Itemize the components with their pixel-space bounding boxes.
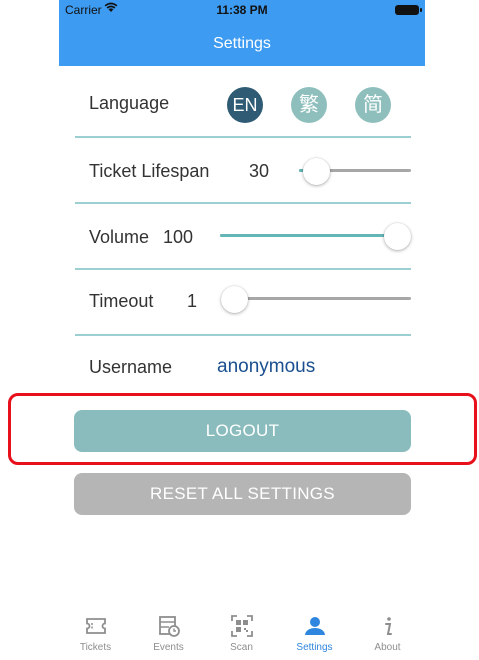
username-label: Username — [89, 357, 173, 377]
page-title: Settings — [213, 35, 271, 52]
volume-value: 100 — [163, 227, 194, 247]
tab-tickets-label: Tickets — [79, 642, 112, 653]
ticket-lifespan-row: Ticket Lifespan 30 — [75, 138, 411, 204]
slider-track — [221, 297, 411, 300]
logout-highlight-box — [8, 393, 477, 465]
language-row: Language EN 繁 简 — [75, 72, 411, 138]
tab-about-label: About — [374, 642, 401, 653]
language-en-button[interactable]: EN — [227, 87, 263, 123]
tab-settings-label: Settings — [296, 642, 333, 653]
timeout-label: Timeout — [89, 291, 154, 311]
settings-screen: Carrier 11:38 PM Settings Language EN 繁 … — [59, 0, 425, 660]
ticket-lifespan-label: Ticket Lifespan — [89, 161, 210, 181]
timeout-value: 1 — [187, 291, 198, 311]
tab-events-label: Events — [153, 642, 184, 653]
ticket-lifespan-slider[interactable] — [299, 156, 411, 186]
tab-about[interactable]: About — [351, 606, 424, 660]
tab-tickets[interactable]: Tickets — [59, 606, 132, 660]
slider-fill — [220, 234, 398, 237]
reset-all-settings-button[interactable]: RESET ALL SETTINGS — [74, 473, 411, 515]
tab-events[interactable]: Events — [132, 606, 205, 660]
calendar-icon — [158, 616, 180, 637]
status-time: 11:38 PM — [216, 3, 268, 17]
person-icon — [304, 617, 325, 635]
timeout-slider[interactable] — [221, 284, 411, 314]
ticket-icon — [85, 618, 106, 634]
timeout-row: Timeout 1 — [75, 270, 411, 336]
tab-scan[interactable]: Scan — [205, 606, 278, 660]
language-traditional-button[interactable]: 繁 — [291, 87, 327, 123]
volume-slider[interactable] — [220, 221, 411, 251]
language-label: Language — [89, 93, 170, 113]
tab-scan-label: Scan — [230, 642, 253, 653]
qr-scan-icon — [230, 615, 253, 637]
slider-thumb[interactable] — [303, 158, 331, 185]
username-value: anonymous — [217, 356, 316, 377]
slider-thumb[interactable] — [221, 286, 248, 313]
tab-bar: Tickets Events Scan Settings About — [59, 606, 425, 660]
header: Carrier 11:38 PM Settings — [59, 0, 425, 66]
status-bar: Carrier 11:38 PM — [59, 0, 425, 20]
tab-settings[interactable]: Settings — [278, 606, 351, 660]
battery-icon — [395, 5, 422, 15]
info-icon — [384, 617, 392, 635]
language-simplified-button[interactable]: 简 — [355, 87, 391, 123]
volume-label: Volume — [89, 227, 150, 247]
slider-thumb[interactable] — [384, 223, 411, 250]
volume-row: Volume 100 — [75, 204, 411, 270]
ticket-lifespan-value: 30 — [249, 161, 270, 181]
